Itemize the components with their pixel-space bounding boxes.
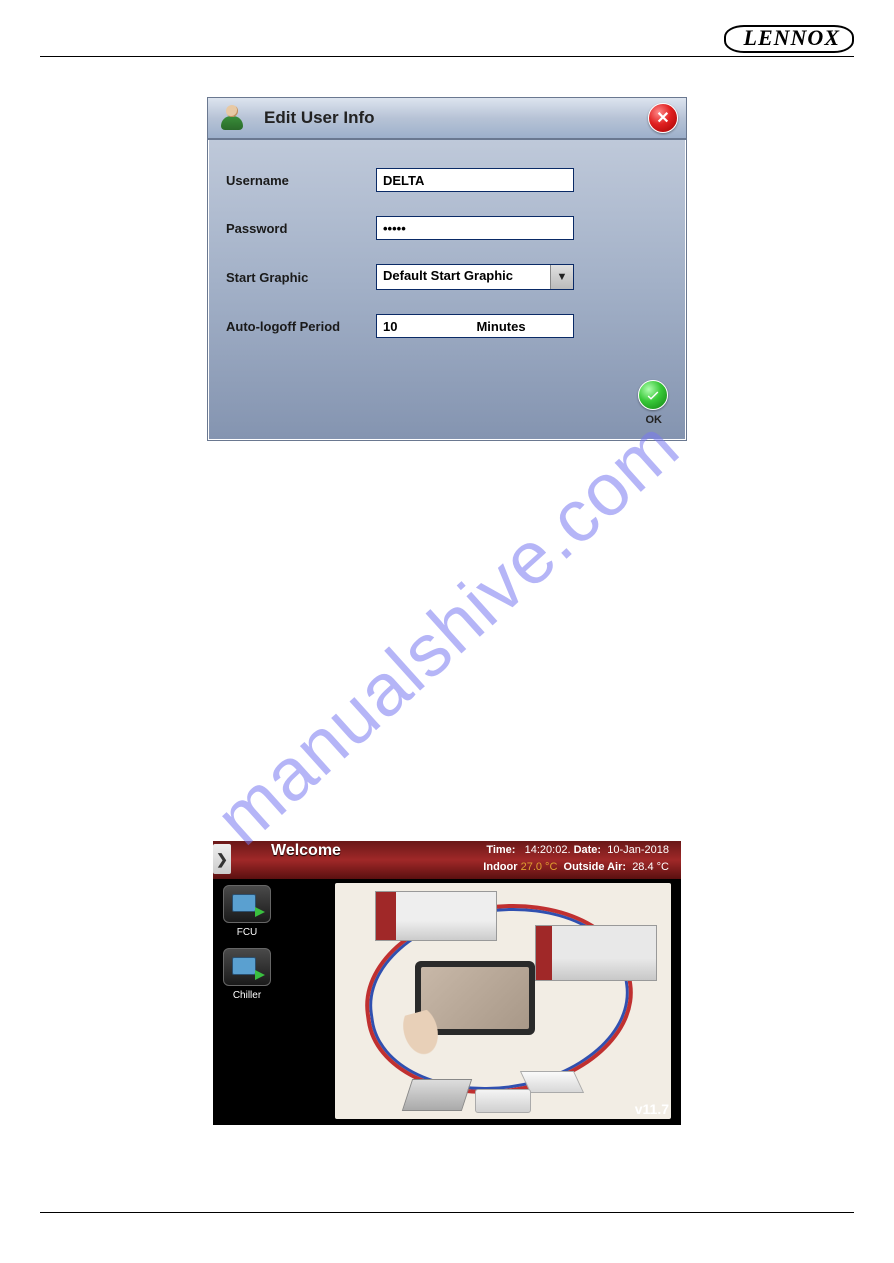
chiller-nav-label: Chiller bbox=[219, 990, 275, 1001]
fcu-nav-button[interactable] bbox=[223, 885, 271, 923]
start-graphic-value: Default Start Graphic bbox=[377, 265, 550, 289]
chevron-right-icon: ❯ bbox=[216, 851, 228, 868]
lennox-logo: LENNOX bbox=[724, 25, 854, 53]
autologoff-unit: Minutes bbox=[429, 319, 573, 334]
username-input[interactable] bbox=[376, 168, 574, 192]
indoor-value: 27.0 °C bbox=[521, 861, 558, 873]
time-value: 14:20:02. bbox=[525, 844, 571, 856]
wall-unit-icon bbox=[475, 1089, 531, 1113]
date-label: Date: bbox=[574, 844, 602, 856]
password-input[interactable] bbox=[376, 216, 574, 240]
check-icon bbox=[645, 387, 661, 403]
dialog-footer: OK bbox=[208, 380, 686, 440]
username-row: Username bbox=[226, 168, 668, 192]
autologoff-input[interactable]: 10 Minutes bbox=[376, 314, 574, 338]
username-label: Username bbox=[226, 173, 376, 188]
chevron-down-icon: ▼ bbox=[550, 265, 573, 289]
start-graphic-row: Start Graphic Default Start Graphic ▼ bbox=[226, 264, 668, 290]
close-icon: ✕ bbox=[656, 108, 669, 128]
page-footer bbox=[40, 1212, 854, 1233]
start-graphic-select[interactable]: Default Start Graphic ▼ bbox=[376, 264, 574, 290]
autologoff-value: 10 bbox=[377, 319, 429, 334]
user-icon bbox=[220, 105, 246, 131]
version-label: v11.7 bbox=[635, 1101, 669, 1117]
hvac-unit-icon bbox=[375, 891, 497, 941]
fcu-nav-label: FCU bbox=[219, 927, 275, 938]
outside-label: Outside Air: bbox=[564, 861, 627, 873]
autologoff-label: Auto-logoff Period bbox=[226, 319, 376, 334]
welcome-sidebar: FCU Chiller bbox=[219, 885, 275, 1011]
dialog-body: Username Password Start Graphic Default … bbox=[208, 140, 686, 380]
watermark: manualshive.com bbox=[199, 402, 695, 860]
dialog-titlebar: Edit User Info ✕ bbox=[208, 98, 686, 140]
password-row: Password bbox=[226, 216, 668, 240]
header-row-1: Time: 14:20:02. Date: 10-Jan-2018 bbox=[486, 844, 669, 856]
autologoff-row: Auto-logoff Period 10 Minutes bbox=[226, 314, 668, 338]
page-container: LENNOX Edit User Info ✕ Username Passwor… bbox=[0, 0, 894, 1263]
ahu-unit-icon bbox=[535, 925, 657, 981]
indoor-label: Indoor bbox=[483, 861, 517, 873]
welcome-graphic bbox=[335, 883, 671, 1119]
start-graphic-label: Start Graphic bbox=[226, 270, 376, 285]
welcome-title: Welcome bbox=[271, 842, 341, 860]
diffuser-unit-icon bbox=[402, 1079, 472, 1111]
date-value: 10-Jan-2018 bbox=[607, 844, 669, 856]
welcome-header: ❯ Welcome Time: 14:20:02. Date: 10-Jan-2… bbox=[213, 841, 681, 879]
chiller-nav-button[interactable] bbox=[223, 948, 271, 986]
outside-value: 28.4 °C bbox=[632, 861, 669, 873]
expand-sidebar-button[interactable]: ❯ bbox=[213, 844, 231, 874]
edit-user-dialog: Edit User Info ✕ Username Password Start… bbox=[207, 97, 687, 441]
welcome-screen: ❯ Welcome Time: 14:20:02. Date: 10-Jan-2… bbox=[213, 841, 681, 1125]
close-button[interactable]: ✕ bbox=[648, 103, 678, 133]
time-label: Time: bbox=[486, 844, 515, 856]
ok-label: OK bbox=[646, 414, 663, 426]
dialog-title: Edit User Info bbox=[264, 108, 375, 128]
page-header: LENNOX bbox=[40, 20, 854, 57]
header-row-2: Indoor 27.0 °C Outside Air: 28.4 °C bbox=[483, 861, 669, 873]
ok-button[interactable] bbox=[638, 380, 668, 410]
password-label: Password bbox=[226, 221, 376, 236]
